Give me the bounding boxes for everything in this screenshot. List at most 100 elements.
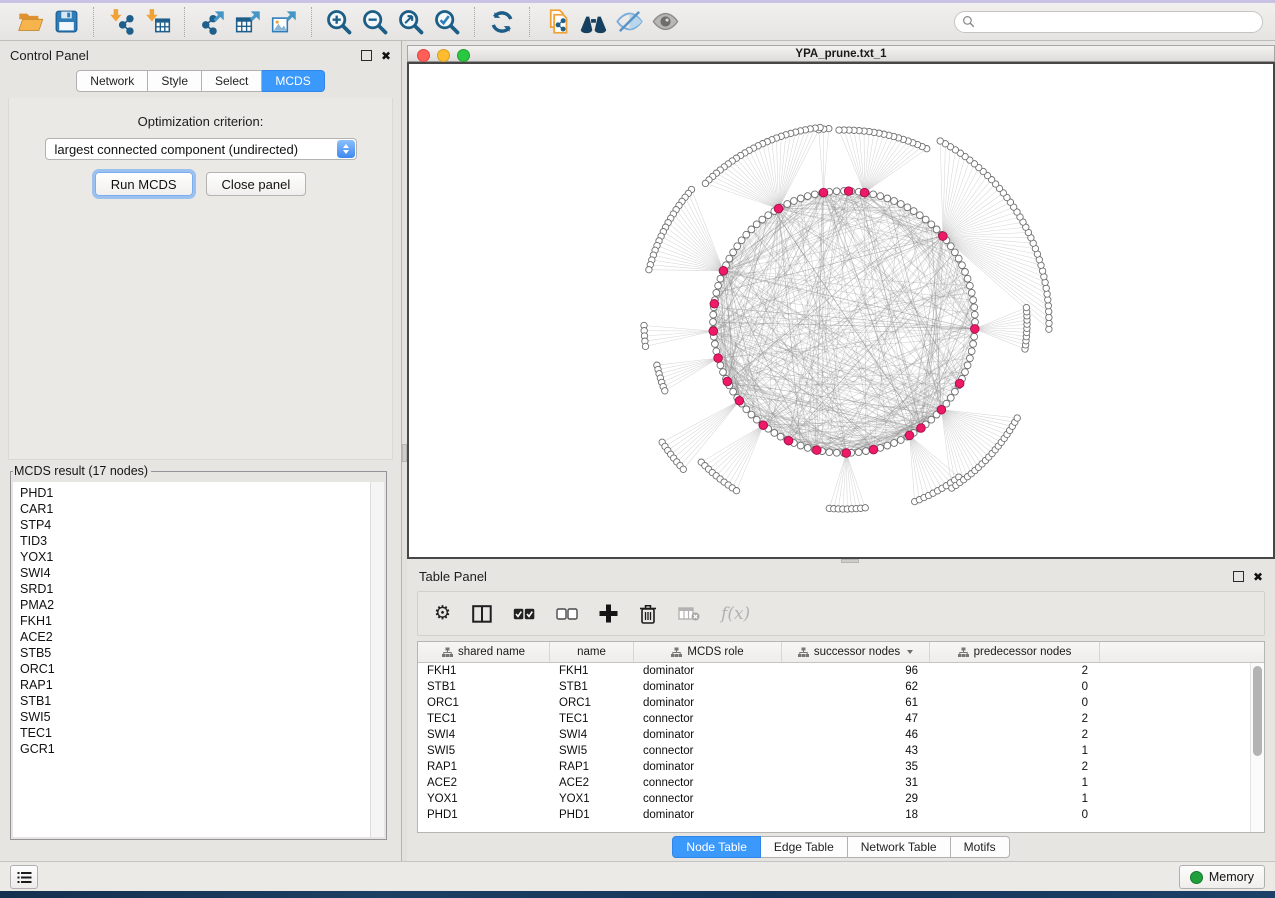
mcds-result-item[interactable]: TID3 <box>20 533 370 549</box>
show-eye-icon <box>651 7 680 36</box>
float-panel-icon[interactable] <box>1233 571 1244 582</box>
delete-column-button[interactable] <box>639 599 657 629</box>
run-mcds-button[interactable]: Run MCDS <box>95 172 193 196</box>
cell-shared_name: SWI5 <box>418 743 550 759</box>
column-header-name[interactable]: name <box>550 642 634 662</box>
toolbar-separator <box>529 7 530 37</box>
mcds-result-item[interactable]: SWI4 <box>20 565 370 581</box>
show-all-button[interactable] <box>647 6 683 38</box>
memory-button[interactable]: Memory <box>1179 865 1265 889</box>
function-builder-button[interactable]: f(x) <box>721 599 750 629</box>
mcds-list-scrollbar[interactable] <box>370 482 384 837</box>
mcds-result-item[interactable]: SWI5 <box>20 709 370 725</box>
close-panel-icon[interactable]: ✖ <box>381 50 391 62</box>
table-body: FKH1FKH1dominator962STB1STB1dominator620… <box>418 663 1264 832</box>
table-header: shared namenameMCDS rolesuccessor nodesp… <box>418 642 1264 663</box>
tab-edge-table[interactable]: Edge Table <box>761 836 848 858</box>
tab-network[interactable]: Network <box>76 70 148 92</box>
deselect-all-columns-button[interactable] <box>556 599 578 629</box>
mcds-tab-content: Optimization criterion: largest connecte… <box>8 98 393 460</box>
zoom-out-button[interactable] <box>357 6 393 38</box>
cell-predecessors: 0 <box>930 807 1100 823</box>
tab-node-table[interactable]: Node Table <box>672 836 761 858</box>
maximize-window-icon[interactable] <box>457 49 470 62</box>
search-field[interactable] <box>954 11 1263 33</box>
cell-role: dominator <box>634 727 782 743</box>
refresh-layout-button[interactable] <box>484 6 520 38</box>
zoom-in-icon <box>325 8 353 36</box>
table-row-ORC1[interactable]: ORC1ORC1dominator610 <box>418 695 1264 711</box>
open-file-button[interactable] <box>12 6 48 38</box>
scrollbar-thumb[interactable] <box>1253 666 1262 756</box>
mcds-result-item[interactable]: ORC1 <box>20 661 370 677</box>
cell-successors: 61 <box>782 695 930 711</box>
export-network-button[interactable] <box>194 6 230 38</box>
cell-successors: 47 <box>782 711 930 727</box>
tab-select[interactable]: Select <box>202 70 262 92</box>
mcds-result-item[interactable]: SRD1 <box>20 581 370 597</box>
import-network-button[interactable] <box>103 6 139 38</box>
delete-table-button[interactable] <box>678 599 700 629</box>
mcds-result-item[interactable]: FKH1 <box>20 613 370 629</box>
network-window-titlebar[interactable]: YPA_prune.txt_1 <box>407 45 1275 62</box>
close-panel-icon[interactable]: ✖ <box>1253 571 1263 583</box>
zoom-in-button[interactable] <box>321 6 357 38</box>
mcds-result-item[interactable]: STB1 <box>20 693 370 709</box>
close-window-icon[interactable] <box>417 49 430 62</box>
network-graph <box>409 64 1273 557</box>
table-row-SWI5[interactable]: SWI5SWI5connector431 <box>418 743 1264 759</box>
tab-mcds[interactable]: MCDS <box>262 70 324 92</box>
criterion-select[interactable]: largest connected component (undirected) <box>45 138 357 160</box>
mcds-result-item[interactable]: GCR1 <box>20 741 370 757</box>
cell-role: connector <box>634 775 782 791</box>
network-canvas[interactable] <box>407 62 1275 559</box>
minimize-window-icon[interactable] <box>437 49 450 62</box>
table-row-PHD1[interactable]: PHD1PHD1dominator180 <box>418 807 1264 823</box>
table-row-SWI4[interactable]: SWI4SWI4dominator462 <box>418 727 1264 743</box>
tab-style[interactable]: Style <box>148 70 202 92</box>
mcds-result-item[interactable]: ACE2 <box>20 629 370 645</box>
mcds-result-item[interactable]: PMA2 <box>20 597 370 613</box>
task-history-button[interactable] <box>10 865 38 889</box>
save-session-button[interactable] <box>48 6 84 38</box>
table-row-STB1[interactable]: STB1STB1dominator620 <box>418 679 1264 695</box>
mcds-result-item[interactable]: RAP1 <box>20 677 370 693</box>
column-header-predecessor-nodes[interactable]: predecessor nodes <box>930 642 1100 662</box>
table-row-ACE2[interactable]: ACE2ACE2connector311 <box>418 775 1264 791</box>
zoom-fit-button[interactable] <box>393 6 429 38</box>
table-settings-button[interactable]: ⚙ <box>434 599 451 629</box>
column-header-MCDS-role[interactable]: MCDS role <box>634 642 782 662</box>
column-header-successor-nodes[interactable]: successor nodes <box>782 642 930 662</box>
zoom-selected-button[interactable] <box>429 6 465 38</box>
mcds-result-item[interactable]: YOX1 <box>20 549 370 565</box>
export-table-button[interactable] <box>230 6 266 38</box>
close-panel-button[interactable]: Close panel <box>206 172 307 196</box>
float-panel-icon[interactable] <box>361 50 372 61</box>
export-image-button[interactable] <box>266 6 302 38</box>
optimization-criterion-label: Optimization criterion: <box>9 114 392 129</box>
import-table-button[interactable] <box>139 6 175 38</box>
tab-network-table[interactable]: Network Table <box>848 836 951 858</box>
column-view-button[interactable] <box>472 599 492 629</box>
add-column-button[interactable] <box>599 599 618 629</box>
column-header-shared-name[interactable]: shared name <box>418 642 550 662</box>
tab-motifs[interactable]: Motifs <box>951 836 1010 858</box>
table-row-RAP1[interactable]: RAP1RAP1dominator352 <box>418 759 1264 775</box>
mcds-result-item[interactable]: TEC1 <box>20 725 370 741</box>
search-input[interactable] <box>980 14 1255 30</box>
hide-selected-button[interactable] <box>611 6 647 38</box>
table-row-YOX1[interactable]: YOX1YOX1connector291 <box>418 791 1264 807</box>
mcds-result-item[interactable]: PHD1 <box>20 485 370 501</box>
table-row-TEC1[interactable]: TEC1TEC1connector472 <box>418 711 1264 727</box>
duplicate-network-button[interactable] <box>539 6 575 38</box>
hide-eye-icon <box>615 7 644 36</box>
first-neighbors-button[interactable] <box>575 6 611 38</box>
shared-column-icon <box>958 647 969 657</box>
table-scrollbar[interactable] <box>1250 663 1264 832</box>
mcds-result-item[interactable]: STP4 <box>20 517 370 533</box>
cell-role: connector <box>634 791 782 807</box>
table-row-FKH1[interactable]: FKH1FKH1dominator962 <box>418 663 1264 679</box>
select-all-columns-button[interactable] <box>513 599 535 629</box>
mcds-result-item[interactable]: CAR1 <box>20 501 370 517</box>
mcds-result-item[interactable]: STB5 <box>20 645 370 661</box>
